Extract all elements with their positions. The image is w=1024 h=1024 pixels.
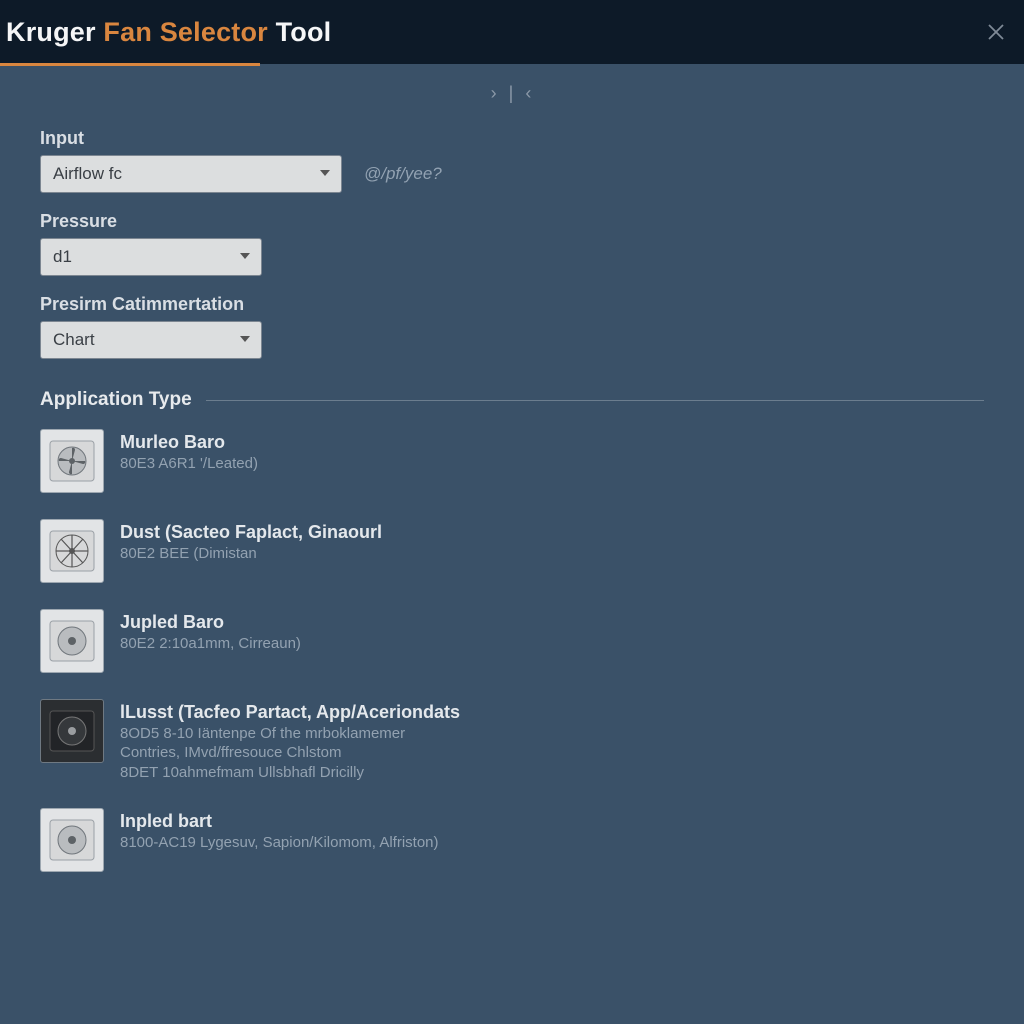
item-sub: 80E2 BEE (Dimistan	[120, 544, 382, 564]
pressure-select[interactable]: d1	[40, 238, 262, 276]
field-pressure: Pressure d1	[40, 211, 984, 276]
input-label: Input	[40, 128, 984, 149]
section-title: Application Type	[40, 389, 192, 411]
fan-thumb-icon	[40, 609, 104, 673]
list-item[interactable]: Jupled Baro 80E2 2:10a1mm, Cirreaun)	[40, 609, 984, 673]
fan-thumb-icon	[40, 519, 104, 583]
chevron-down-icon	[319, 164, 331, 184]
section-rule	[206, 400, 984, 401]
pager: › | ‹	[0, 64, 1024, 110]
list-item[interactable]: Murleo Baro 80E3 A6R1 '/Leated)	[40, 429, 984, 493]
presentation-label: Presirm Catimmertation	[40, 294, 984, 315]
title-post: Tool	[268, 17, 331, 47]
fan-thumb-icon	[40, 699, 104, 763]
title-bar: Kruger Fan Selector Tool	[0, 0, 1024, 64]
pressure-select-value: d1	[53, 247, 72, 267]
field-presentation: Presirm Catimmertation Chart	[40, 294, 984, 359]
application-list: Murleo Baro 80E3 A6R1 '/Leated)	[40, 429, 984, 872]
item-sub: 80E3 A6R1 '/Leated)	[120, 454, 258, 474]
chevron-down-icon	[239, 330, 251, 350]
item-sub: 8OD5 8-10 Iäntenpe Of the mrboklamemer C…	[120, 724, 460, 783]
item-sub: 80E2 2:10a1mm, Cirreaun)	[120, 634, 301, 654]
pager-sep: |	[509, 83, 516, 104]
title-accent: Fan Selector	[103, 17, 267, 47]
pager-prev[interactable]: ›	[491, 83, 499, 104]
item-title: Murleo Baro	[120, 431, 258, 454]
list-item[interactable]: Dust (Sacteo Faplact, Ginaourl 80E2 BEE …	[40, 519, 984, 583]
close-icon[interactable]	[986, 22, 1006, 42]
input-select[interactable]: Airflow fc	[40, 155, 342, 193]
presentation-select-value: Chart	[53, 330, 95, 350]
item-title: Dust (Sacteo Faplact, Ginaourl	[120, 521, 382, 544]
input-hint: @/pf/yee?	[364, 164, 442, 184]
title-pre: Kruger	[6, 17, 103, 47]
app-title: Kruger Fan Selector Tool	[6, 17, 331, 48]
item-title: lLusst (Tacfeo Partact, App/Aceriondats	[120, 701, 460, 724]
item-title: Jupled Baro	[120, 611, 301, 634]
section-header-application: Application Type	[40, 389, 984, 411]
presentation-select[interactable]: Chart	[40, 321, 262, 359]
chevron-down-icon	[239, 247, 251, 267]
title-wrap: Kruger Fan Selector Tool	[0, 0, 331, 64]
form-area: Input Airflow fc @/pf/yee? Pressure d1 P…	[0, 110, 1024, 872]
pressure-label: Pressure	[40, 211, 984, 232]
pager-next[interactable]: ‹	[525, 83, 533, 104]
list-item[interactable]: Inpled bart 8100-AC19 Lygesuv, Sapion/Ki…	[40, 808, 984, 872]
item-title: Inpled bart	[120, 810, 439, 833]
field-input: Input Airflow fc @/pf/yee?	[40, 128, 984, 193]
fan-thumb-icon	[40, 429, 104, 493]
fan-thumb-icon	[40, 808, 104, 872]
title-underline	[0, 63, 260, 66]
input-select-value: Airflow fc	[53, 164, 122, 184]
list-item[interactable]: lLusst (Tacfeo Partact, App/Aceriondats …	[40, 699, 984, 782]
item-sub: 8100-AC19 Lygesuv, Sapion/Kilomom, Alfri…	[120, 833, 439, 853]
